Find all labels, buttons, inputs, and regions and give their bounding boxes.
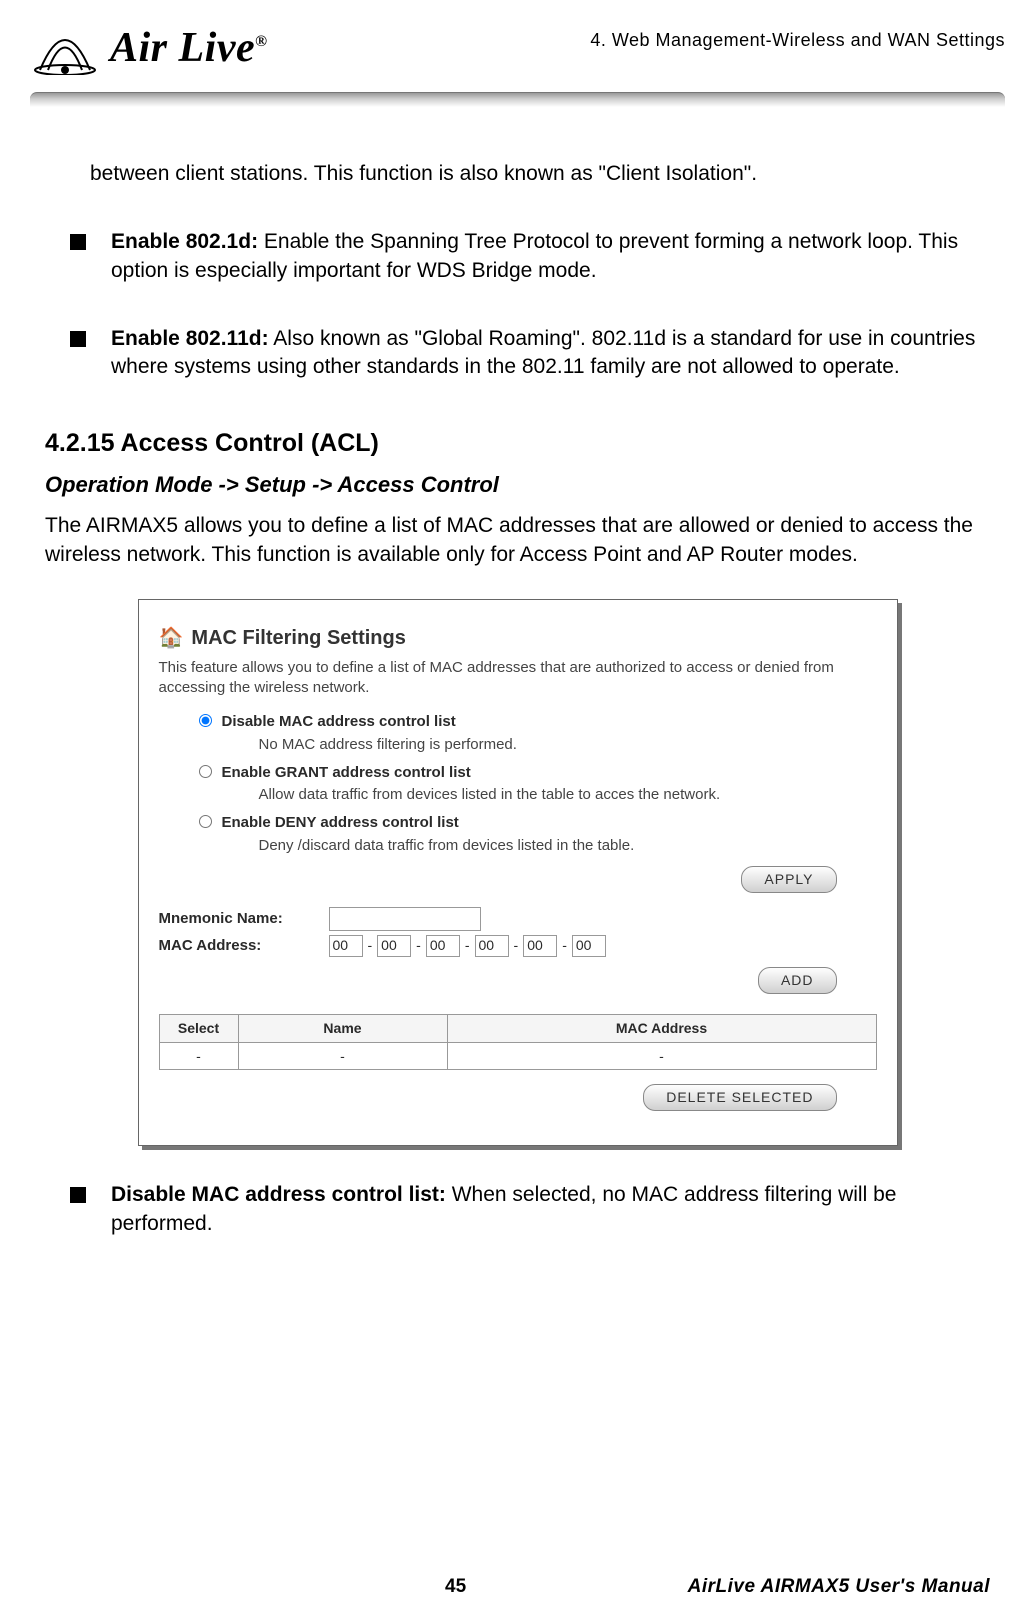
radio-grant-label: Enable GRANT address control list — [222, 763, 471, 783]
radio-disable-mac[interactable] — [199, 714, 212, 727]
mnemonic-label: Mnemonic Name: — [159, 909, 319, 929]
add-button[interactable]: ADD — [758, 967, 837, 994]
bullet-80211d: Enable 802.11d: Also known as "Global Ro… — [111, 325, 990, 382]
brand-text: Air Live® — [110, 24, 268, 72]
section-heading-acl: 4.2.15 Access Control (ACL) — [45, 427, 990, 461]
house-icon: 🏠 — [159, 625, 184, 652]
footer-manual-title: AirLive AIRMAX5 User's Manual — [688, 1576, 990, 1598]
radio-grant-mac[interactable] — [199, 765, 212, 778]
mac-octet-5[interactable]: 00 — [523, 935, 557, 957]
radio-deny-sub: Deny /discard data traffic from devices … — [259, 836, 877, 856]
col-name: Name — [238, 1014, 447, 1042]
col-select: Select — [159, 1014, 238, 1042]
screenshot-intro: This feature allows you to define a list… — [159, 658, 877, 699]
radio-grant-sub: Allow data traffic from devices listed i… — [259, 785, 877, 805]
col-mac: MAC Address — [447, 1014, 876, 1042]
chapter-header: 4. Web Management-Wireless and WAN Setti… — [590, 30, 1005, 51]
table-row: - - - — [159, 1042, 876, 1070]
wifi-logo-icon — [30, 20, 100, 75]
mac-octet-6[interactable]: 00 — [572, 935, 606, 957]
delete-selected-button[interactable]: DELETE SELECTED — [643, 1084, 836, 1111]
radio-deny-mac[interactable] — [199, 815, 212, 828]
section-description: The AIRMAX5 allows you to define a list … — [45, 512, 990, 569]
apply-button[interactable]: APPLY — [741, 866, 836, 893]
intro-continuation: between client stations. This function i… — [90, 160, 990, 188]
breadcrumb-path: Operation Mode -> Setup -> Access Contro… — [45, 470, 990, 500]
table-header-row: Select Name MAC Address — [159, 1014, 876, 1042]
bullet-disable-mac-desc: Disable MAC address control list: When s… — [111, 1181, 990, 1238]
screenshot-title: MAC Filtering Settings — [191, 625, 405, 652]
radio-deny-label: Enable DENY address control list — [222, 813, 459, 833]
mac-label: MAC Address: — [159, 936, 319, 956]
radio-disable-label: Disable MAC address control list — [222, 712, 456, 732]
mac-octet-3[interactable]: 00 — [426, 935, 460, 957]
mac-octet-2[interactable]: 00 — [377, 935, 411, 957]
cell-mac: - — [447, 1042, 876, 1070]
header-divider — [30, 92, 1005, 107]
cell-name: - — [238, 1042, 447, 1070]
bullet-icon — [70, 234, 86, 250]
page-number: 45 — [445, 1576, 466, 1598]
cell-select: - — [159, 1042, 238, 1070]
mac-octet-1[interactable]: 00 — [329, 935, 363, 957]
mac-filtering-screenshot: 🏠 MAC Filtering Settings This feature al… — [138, 599, 898, 1146]
mnemonic-input[interactable] — [329, 907, 481, 931]
bullet-icon — [70, 331, 86, 347]
bullet-8021d: Enable 802.1d: Enable the Spanning Tree … — [111, 228, 990, 285]
acl-table: Select Name MAC Address - - - — [159, 1014, 877, 1071]
mac-octet-4[interactable]: 00 — [475, 935, 509, 957]
bullet-icon — [70, 1187, 86, 1203]
radio-disable-sub: No MAC address filtering is performed. — [259, 735, 877, 755]
